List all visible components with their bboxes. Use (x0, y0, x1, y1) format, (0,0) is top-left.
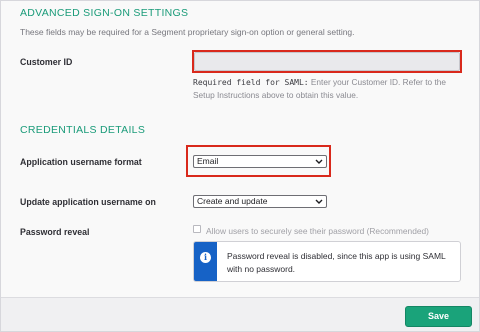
customer-id-help: Required field for SAML: Enter your Cust… (193, 76, 468, 102)
advanced-sign-on-description: These fields may be required for a Segme… (20, 27, 355, 37)
password-reveal-callout: i Password reveal is disabled, since thi… (193, 241, 461, 282)
update-on-select[interactable]: Create and update (193, 195, 327, 208)
password-reveal-checkbox-label: Allow users to securely see their passwo… (206, 226, 429, 236)
customer-id-help-required: Required field for SAML: (193, 78, 309, 87)
username-format-value: Email (197, 156, 219, 166)
customer-id-input[interactable] (194, 52, 460, 71)
chevron-down-icon (315, 199, 323, 204)
customer-id-label: Customer ID (20, 57, 73, 67)
update-on-label: Update application username on (20, 197, 156, 207)
password-reveal-label: Password reveal (20, 227, 90, 237)
advanced-sign-on-heading: ADVANCED SIGN-ON SETTINGS (20, 7, 189, 19)
info-icon: i (200, 252, 211, 263)
chevron-down-icon (315, 159, 323, 164)
username-format-label: Application username format (20, 157, 142, 167)
save-button[interactable]: Save (405, 306, 472, 327)
callout-message: Password reveal is disabled, since this … (227, 251, 446, 274)
update-on-value: Create and update (197, 196, 268, 206)
username-format-select[interactable]: Email (193, 155, 327, 168)
credentials-heading: CREDENTIALS DETAILS (20, 124, 146, 136)
password-reveal-checkbox[interactable] (193, 225, 201, 233)
